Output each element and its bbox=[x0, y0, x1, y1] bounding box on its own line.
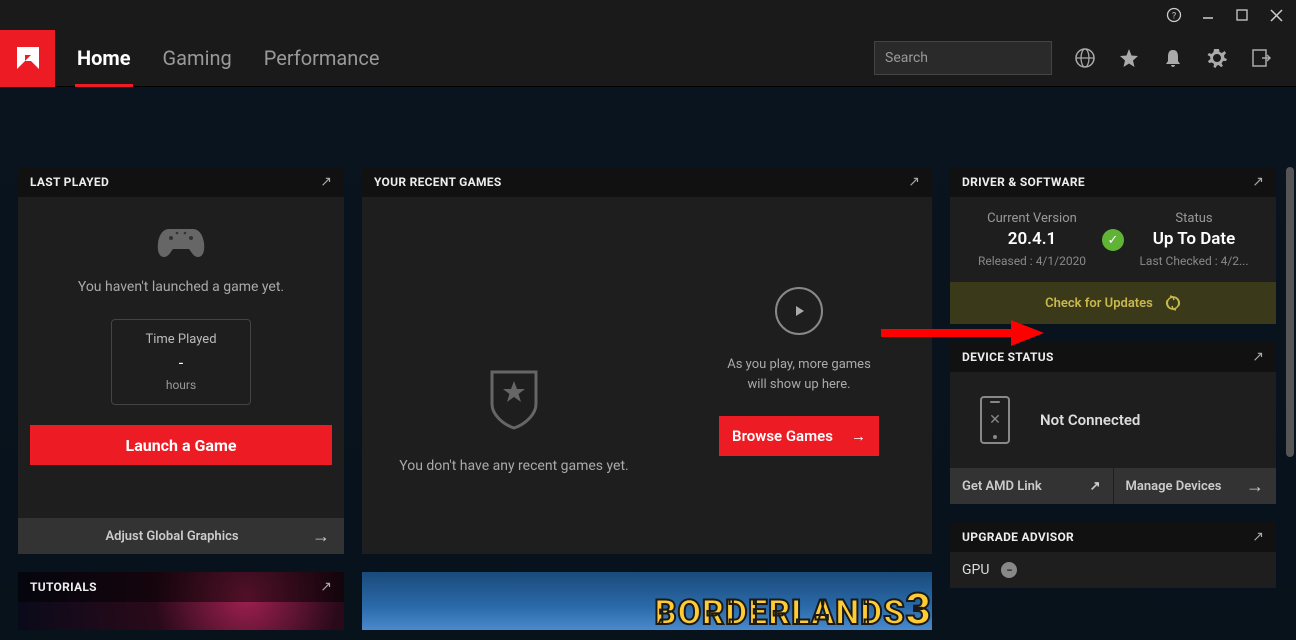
get-amd-link-button[interactable]: Get AMD Link ↗ bbox=[950, 468, 1114, 504]
svg-text:?: ? bbox=[1172, 12, 1176, 22]
upgrade-advisor-panel: UPGRADE ADVISOR ↗ GPU − bbox=[950, 522, 1276, 588]
no-game-text: You haven't launched a game yet. bbox=[78, 279, 284, 295]
tutorials-panel[interactable]: TUTORIALS ↗ bbox=[18, 572, 344, 630]
close-icon[interactable] bbox=[1268, 7, 1284, 23]
panel-title: LAST PLAYED bbox=[30, 175, 109, 189]
released-label: Released : 4/1/2020 bbox=[962, 254, 1102, 268]
minus-icon: − bbox=[1001, 562, 1017, 578]
current-version-value: 20.4.1 bbox=[962, 229, 1102, 249]
time-played-unit: hours bbox=[124, 378, 238, 392]
current-version-label: Current Version bbox=[962, 211, 1102, 226]
recent-games-right: As you play, more games will show up her… bbox=[666, 197, 932, 554]
recent-games-left: You don't have any recent games yet. bbox=[362, 197, 666, 554]
expand-icon[interactable]: ↗ bbox=[908, 174, 920, 190]
nav: Home Gaming Performance bbox=[75, 31, 381, 85]
no-recent-games-text: You don't have any recent games yet. bbox=[399, 458, 628, 474]
last-played-panel: LAST PLAYED ↗ You haven't launched a gam… bbox=[18, 167, 344, 554]
panel-title: YOUR RECENT GAMES bbox=[374, 175, 502, 189]
content: LAST PLAYED ↗ You haven't launched a gam… bbox=[0, 87, 1296, 640]
gpu-label: GPU bbox=[962, 562, 989, 578]
expand-icon[interactable]: ↗ bbox=[320, 174, 332, 190]
launch-game-button[interactable]: Launch a Game bbox=[30, 425, 332, 465]
web-icon[interactable] bbox=[1074, 47, 1096, 69]
time-played-value: - bbox=[124, 353, 238, 372]
manage-devices-label: Manage Devices bbox=[1126, 479, 1222, 494]
device-status-body: ✕ Not Connected bbox=[950, 372, 1276, 468]
amd-logo[interactable] bbox=[0, 30, 55, 87]
header: Home Gaming Performance bbox=[0, 30, 1296, 87]
device-status-panel: DEVICE STATUS ↗ ✕ Not Connected Get AMD … bbox=[950, 342, 1276, 504]
panel-header: LAST PLAYED ↗ bbox=[18, 167, 344, 197]
search-box[interactable] bbox=[874, 41, 1052, 75]
expand-icon[interactable]: ↗ bbox=[320, 579, 332, 595]
arrow-right-icon: → bbox=[1246, 476, 1264, 497]
controller-icon bbox=[153, 221, 209, 261]
expand-icon[interactable]: ↗ bbox=[1252, 174, 1264, 190]
panel-header: UPGRADE ADVISOR ↗ bbox=[950, 522, 1276, 552]
column-left: LAST PLAYED ↗ You haven't launched a gam… bbox=[18, 167, 344, 640]
refresh-icon bbox=[1165, 295, 1181, 311]
check-updates-button[interactable]: Check for Updates bbox=[950, 282, 1276, 324]
search-input[interactable] bbox=[885, 50, 1063, 66]
titlebar: ? bbox=[0, 0, 1296, 30]
logout-icon[interactable] bbox=[1250, 47, 1272, 69]
play-icon[interactable] bbox=[775, 287, 823, 335]
driver-software-panel: DRIVER & SOFTWARE ↗ Current Version 20.4… bbox=[950, 167, 1276, 324]
check-icon: ✓ bbox=[1102, 229, 1124, 251]
expand-icon[interactable]: ↗ bbox=[1252, 529, 1264, 545]
status-label: Status bbox=[1124, 211, 1264, 226]
maximize-icon[interactable] bbox=[1234, 7, 1250, 23]
play-description: As you play, more games will show up her… bbox=[727, 355, 871, 394]
get-link-label: Get AMD Link bbox=[962, 479, 1042, 494]
panel-title: UPGRADE ADVISOR bbox=[962, 530, 1074, 544]
nav-home[interactable]: Home bbox=[75, 31, 133, 85]
nav-gaming[interactable]: Gaming bbox=[161, 31, 234, 85]
recent-games-body: You don't have any recent games yet. As … bbox=[362, 197, 932, 554]
star-icon[interactable] bbox=[1118, 47, 1140, 69]
driver-software-body: Current Version 20.4.1 Released : 4/1/20… bbox=[950, 197, 1276, 282]
gear-icon[interactable] bbox=[1206, 47, 1228, 69]
recent-games-panel: YOUR RECENT GAMES ↗ You don't have any r… bbox=[362, 167, 932, 554]
adjust-graphics-footer[interactable]: Adjust Global Graphics → bbox=[18, 518, 344, 554]
check-updates-label: Check for Updates bbox=[1045, 296, 1153, 311]
panel-header: TUTORIALS ↗ bbox=[18, 572, 344, 602]
minimize-icon[interactable] bbox=[1200, 7, 1216, 23]
panel-title: DEVICE STATUS bbox=[962, 350, 1054, 364]
help-icon[interactable]: ? bbox=[1166, 7, 1182, 23]
scrollbar[interactable] bbox=[1286, 167, 1294, 457]
last-checked-label: Last Checked : 4/2... bbox=[1124, 254, 1264, 268]
browse-games-button[interactable]: Browse Games → bbox=[719, 416, 879, 456]
status-col: Status Up To Date Last Checked : 4/2... bbox=[1124, 211, 1264, 268]
arrow-right-icon: → bbox=[312, 526, 330, 547]
manage-devices-button[interactable]: Manage Devices → bbox=[1114, 468, 1277, 504]
current-version-col: Current Version 20.4.1 Released : 4/1/20… bbox=[962, 211, 1102, 268]
panel-header: YOUR RECENT GAMES ↗ bbox=[362, 167, 932, 197]
expand-icon[interactable]: ↗ bbox=[1252, 349, 1264, 365]
share-icon: ↗ bbox=[1090, 479, 1101, 494]
nav-performance[interactable]: Performance bbox=[262, 31, 382, 85]
shield-icon bbox=[486, 368, 542, 430]
panel-title: DRIVER & SOFTWARE bbox=[962, 175, 1085, 189]
status-value: Up To Date bbox=[1124, 229, 1264, 249]
time-played-label: Time Played bbox=[124, 332, 238, 347]
last-played-body: You haven't launched a game yet. Time Pl… bbox=[18, 197, 344, 405]
not-connected-text: Not Connected bbox=[1040, 411, 1140, 429]
upgrade-advisor-body: GPU − bbox=[950, 552, 1276, 588]
borderlands-logo: BORDERLANDS3 bbox=[655, 583, 932, 630]
arrow-right-icon: → bbox=[851, 427, 866, 445]
panel-header: DEVICE STATUS ↗ bbox=[950, 342, 1276, 372]
bell-icon[interactable] bbox=[1162, 47, 1184, 69]
column-middle: YOUR RECENT GAMES ↗ You don't have any r… bbox=[362, 167, 932, 640]
panel-header: DRIVER & SOFTWARE ↗ bbox=[950, 167, 1276, 197]
borderlands-banner[interactable]: BORDERLANDS3 bbox=[362, 572, 932, 630]
phone-icon: ✕ bbox=[980, 396, 1010, 444]
time-played-box: Time Played - hours bbox=[111, 319, 251, 405]
header-right bbox=[874, 41, 1296, 75]
footer-label: Adjust Global Graphics bbox=[105, 529, 238, 544]
column-right: DRIVER & SOFTWARE ↗ Current Version 20.4… bbox=[950, 167, 1276, 640]
device-footer: Get AMD Link ↗ Manage Devices → bbox=[950, 468, 1276, 504]
panel-title: TUTORIALS bbox=[30, 580, 97, 594]
browse-label: Browse Games bbox=[732, 427, 833, 445]
